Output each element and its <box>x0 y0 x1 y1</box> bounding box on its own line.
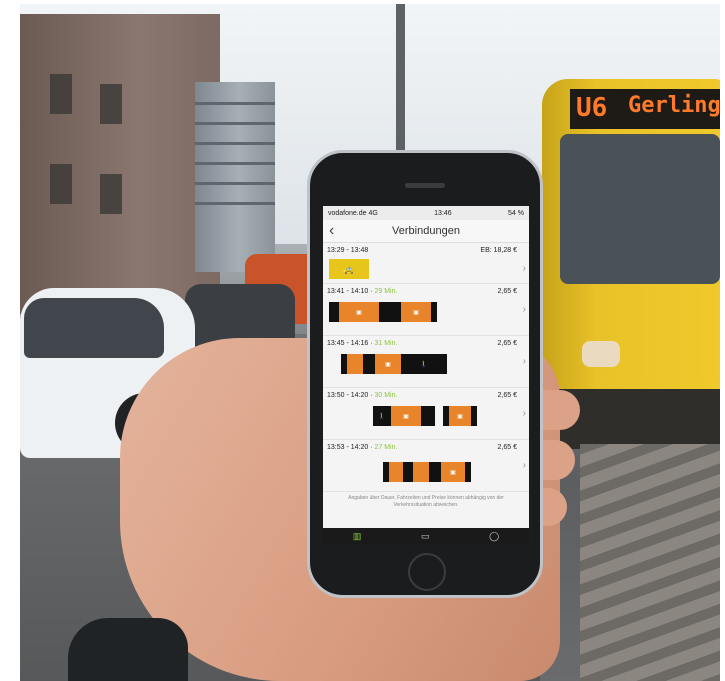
chevron-right-icon: › <box>522 460 526 471</box>
nav-bar: ‹ Verbindungen <box>323 220 529 243</box>
connection-row[interactable]: 13:50 - 14:20 · 30 Min. 2,65 € 🚶 ▣ ▣ › <box>323 388 529 440</box>
user-icon[interactable]: ◯ <box>489 531 499 542</box>
smartphone: vodafone.de 4G 13:46 54 % ‹ Verbindungen… <box>307 150 543 598</box>
clock-label: 13:46 <box>434 209 452 217</box>
battery-label: 54 % <box>508 209 524 217</box>
train-icon: ▣ <box>441 462 465 482</box>
tram-line: U6 <box>576 93 608 123</box>
utility-pole <box>396 4 405 154</box>
connection-price: EB: 18,28 € <box>480 247 517 254</box>
status-bar: vodafone.de 4G 13:46 54 % <box>323 206 529 220</box>
connection-time: 13:41 - 14:10 · 29 Min. <box>327 288 398 295</box>
office-tower <box>195 82 275 272</box>
chevron-right-icon: › <box>522 263 526 274</box>
connection-time: 13:53 - 14:20 · 27 Min. <box>327 444 398 451</box>
bus-icon: ▣ <box>391 406 421 426</box>
home-button[interactable] <box>408 553 446 591</box>
connection-row[interactable]: 13:41 - 14:10 · 29 Min. 2,65 € ▣ ▣ › <box>323 284 529 336</box>
jacket-sleeve <box>68 618 188 681</box>
ticket-icon[interactable]: ▭ <box>421 531 430 542</box>
phone-screen: vodafone.de 4G 13:46 54 % ‹ Verbindungen… <box>323 206 529 544</box>
connection-row[interactable]: 13:45 - 14:16 · 31 Min. 2,65 € ▣ 🚶 › <box>323 336 529 388</box>
train-icon: ▣ <box>339 302 379 322</box>
train-icon: ▣ <box>401 302 431 322</box>
tab-bar: ▥ ▭ ◯ <box>323 528 529 544</box>
map-icon[interactable]: ▥ <box>353 531 362 542</box>
building-left <box>20 14 220 314</box>
walk-icon: 🚶 <box>373 406 391 426</box>
taxi-icon: 🚕 <box>329 259 369 279</box>
connection-row[interactable]: 13:29 - 13:48 EB: 18,28 € 🚕 › <box>323 243 529 284</box>
bus-icon: ▣ <box>375 354 401 374</box>
tram-destination-display: U6 Gerlingen <box>570 89 720 129</box>
connection-row[interactable]: 13:53 - 14:20 · 27 Min. 2,65 € ▣ › <box>323 440 529 492</box>
train-icon: ▣ <box>449 406 471 426</box>
connection-time: 13:50 - 14:20 · 30 Min. <box>327 392 398 399</box>
carrier-label: vodafone.de 4G <box>328 209 378 217</box>
chevron-left-icon[interactable]: ‹ <box>329 222 334 240</box>
walk-icon: 🚶 <box>401 354 447 374</box>
connection-price: 2,65 € <box>497 340 517 347</box>
connection-time: 13:45 - 14:16 · 31 Min. <box>327 340 398 347</box>
connection-price: 2,65 € <box>497 288 517 295</box>
page-title: Verbindungen <box>392 225 460 237</box>
connection-price: 2,65 € <box>497 392 517 399</box>
chevron-right-icon: › <box>522 356 526 367</box>
connection-time: 13:29 - 13:48 <box>327 247 369 254</box>
photo-scene: U6 Gerlingen vodafone.de 4G 13:46 54 % ‹… <box>0 0 725 681</box>
chevron-right-icon: › <box>522 408 526 419</box>
chevron-right-icon: › <box>522 304 526 315</box>
tram-rails <box>580 444 720 681</box>
connection-price: 2,65 € <box>497 444 517 451</box>
earpiece <box>405 183 445 188</box>
tram-destination: Gerlingen <box>628 93 720 118</box>
disclaimer-text: Angaben über Dauer, Fahrzeiten und Preis… <box>348 495 504 508</box>
